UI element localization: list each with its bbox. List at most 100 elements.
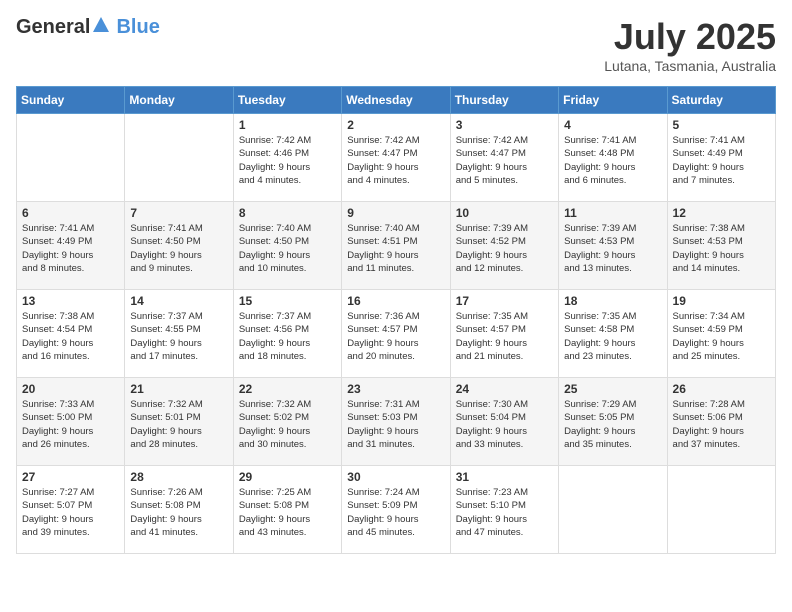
calendar-cell: 31Sunrise: 7:23 AM Sunset: 5:10 PM Dayli… [450,466,558,554]
day-info: Sunrise: 7:25 AM Sunset: 5:08 PM Dayligh… [239,486,336,539]
day-number: 21 [130,382,227,396]
day-info: Sunrise: 7:37 AM Sunset: 4:55 PM Dayligh… [130,310,227,363]
calendar-cell: 5 Sunrise: 7:41 AM Sunset: 4:49 PM Daylig… [667,114,775,202]
day-number: 18 [564,294,661,308]
day-number: 28 [130,470,227,484]
calendar-cell [17,114,125,202]
calendar-cell: 25Sunrise: 7:29 AM Sunset: 5:05 PM Dayli… [559,378,667,466]
calendar-cell: 6 Sunrise: 7:41 AM Sunset: 4:49 PM Daylig… [17,202,125,290]
day-info: Sunrise: 7:35 AM Sunset: 4:58 PM Dayligh… [564,310,661,363]
day-info: Sunrise: 7:41 AM Sunset: 4:48 PM Dayligh… [564,134,661,187]
calendar-cell: 17Sunrise: 7:35 AM Sunset: 4:57 PM Dayli… [450,290,558,378]
calendar-day-header: Thursday [450,87,558,114]
day-number: 10 [456,206,553,220]
page-header: General Blue July 2025 Lutana, Tasmania,… [16,16,776,74]
calendar-location: Lutana, Tasmania, Australia [604,58,776,74]
day-info: Sunrise: 7:38 AM Sunset: 4:53 PM Dayligh… [673,222,770,275]
calendar-cell: 26Sunrise: 7:28 AM Sunset: 5:06 PM Dayli… [667,378,775,466]
day-info: Sunrise: 7:31 AM Sunset: 5:03 PM Dayligh… [347,398,444,451]
day-number: 23 [347,382,444,396]
day-number: 11 [564,206,661,220]
day-info: Sunrise: 7:40 AM Sunset: 4:51 PM Dayligh… [347,222,444,275]
day-info: Sunrise: 7:42 AM Sunset: 4:47 PM Dayligh… [347,134,444,187]
calendar-cell: 11 Sunrise: 7:39 AM Sunset: 4:53 PM Dayli… [559,202,667,290]
day-number: 29 [239,470,336,484]
calendar-cell: 10 Sunrise: 7:39 AM Sunset: 4:52 PM Dayli… [450,202,558,290]
calendar-cell: 15Sunrise: 7:37 AM Sunset: 4:56 PM Dayli… [233,290,341,378]
calendar-cell: 7Sunrise: 7:41 AM Sunset: 4:50 PM Daylig… [125,202,233,290]
calendar-week-row: 20 Sunrise: 7:33 AM Sunset: 5:00 PM Dayli… [17,378,776,466]
calendar-day-header: Friday [559,87,667,114]
day-info: Sunrise: 7:32 AM Sunset: 5:02 PM Dayligh… [239,398,336,451]
day-info: Sunrise: 7:29 AM Sunset: 5:05 PM Dayligh… [564,398,661,451]
calendar-day-header: Wednesday [342,87,450,114]
day-info: Sunrise: 7:37 AM Sunset: 4:56 PM Dayligh… [239,310,336,363]
day-number: 13 [22,294,119,308]
day-number: 27 [22,470,119,484]
day-number: 5 [673,118,770,132]
day-info: Sunrise: 7:38 AM Sunset: 4:54 PM Dayligh… [22,310,119,363]
day-info: Sunrise: 7:32 AM Sunset: 5:01 PM Dayligh… [130,398,227,451]
day-info: Sunrise: 7:40 AM Sunset: 4:50 PM Dayligh… [239,222,336,275]
calendar-cell: 9Sunrise: 7:40 AM Sunset: 4:51 PM Daylig… [342,202,450,290]
day-info: Sunrise: 7:39 AM Sunset: 4:53 PM Dayligh… [564,222,661,275]
calendar-week-row: 6 Sunrise: 7:41 AM Sunset: 4:49 PM Daylig… [17,202,776,290]
day-info: Sunrise: 7:36 AM Sunset: 4:57 PM Dayligh… [347,310,444,363]
calendar-day-header: Monday [125,87,233,114]
calendar-cell: 19 Sunrise: 7:34 AM Sunset: 4:59 PM Dayli… [667,290,775,378]
day-number: 20 [22,382,119,396]
calendar-title: July 2025 [604,16,776,58]
calendar-day-header: Tuesday [233,87,341,114]
day-info: Sunrise: 7:41 AM Sunset: 4:50 PM Dayligh… [130,222,227,275]
calendar-cell [125,114,233,202]
day-number: 3 [456,118,553,132]
calendar-cell [667,466,775,554]
day-number: 16 [347,294,444,308]
logo-general: General [16,16,90,39]
day-info: Sunrise: 7:24 AM Sunset: 5:09 PM Dayligh… [347,486,444,539]
calendar-header-row: SundayMondayTuesdayWednesdayThursdayFrid… [17,87,776,114]
calendar-cell: 23 Sunrise: 7:31 AM Sunset: 5:03 PM Dayli… [342,378,450,466]
day-info: Sunrise: 7:41 AM Sunset: 4:49 PM Dayligh… [22,222,119,275]
logo-triangle-icon [92,16,110,34]
calendar-day-header: Sunday [17,87,125,114]
day-number: 19 [673,294,770,308]
calendar-cell: 8Sunrise: 7:40 AM Sunset: 4:50 PM Daylig… [233,202,341,290]
calendar-cell [559,466,667,554]
day-number: 2 [347,118,444,132]
day-number: 22 [239,382,336,396]
calendar-week-row: 27 Sunrise: 7:27 AM Sunset: 5:07 PM Dayli… [17,466,776,554]
day-info: Sunrise: 7:39 AM Sunset: 4:52 PM Dayligh… [456,222,553,275]
day-number: 6 [22,206,119,220]
day-info: Sunrise: 7:30 AM Sunset: 5:04 PM Dayligh… [456,398,553,451]
calendar-cell: 28 Sunrise: 7:26 AM Sunset: 5:08 PM Dayli… [125,466,233,554]
day-info: Sunrise: 7:27 AM Sunset: 5:07 PM Dayligh… [22,486,119,539]
day-number: 1 [239,118,336,132]
calendar-cell: 2 Sunrise: 7:42 AM Sunset: 4:47 PM Daylig… [342,114,450,202]
day-info: Sunrise: 7:33 AM Sunset: 5:00 PM Dayligh… [22,398,119,451]
logo: General Blue [16,16,160,39]
calendar-cell: 24 Sunrise: 7:30 AM Sunset: 5:04 PM Dayli… [450,378,558,466]
calendar-week-row: 1 Sunrise: 7:42 AM Sunset: 4:46 PM Daylig… [17,114,776,202]
day-number: 12 [673,206,770,220]
calendar-cell: 1 Sunrise: 7:42 AM Sunset: 4:46 PM Daylig… [233,114,341,202]
day-number: 30 [347,470,444,484]
calendar-cell: 30 Sunrise: 7:24 AM Sunset: 5:09 PM Dayli… [342,466,450,554]
day-number: 4 [564,118,661,132]
day-info: Sunrise: 7:34 AM Sunset: 4:59 PM Dayligh… [673,310,770,363]
day-info: Sunrise: 7:42 AM Sunset: 4:46 PM Dayligh… [239,134,336,187]
day-number: 24 [456,382,553,396]
day-info: Sunrise: 7:41 AM Sunset: 4:49 PM Dayligh… [673,134,770,187]
calendar-cell: 29 Sunrise: 7:25 AM Sunset: 5:08 PM Dayli… [233,466,341,554]
calendar-table: SundayMondayTuesdayWednesdayThursdayFrid… [16,86,776,554]
day-info: Sunrise: 7:26 AM Sunset: 5:08 PM Dayligh… [130,486,227,539]
calendar-cell: 16 Sunrise: 7:36 AM Sunset: 4:57 PM Dayli… [342,290,450,378]
day-info: Sunrise: 7:28 AM Sunset: 5:06 PM Dayligh… [673,398,770,451]
calendar-cell: 20 Sunrise: 7:33 AM Sunset: 5:00 PM Dayli… [17,378,125,466]
calendar-cell: 13 Sunrise: 7:38 AM Sunset: 4:54 PM Dayli… [17,290,125,378]
day-number: 31 [456,470,553,484]
calendar-day-header: Saturday [667,87,775,114]
logo-blue: Blue [116,16,159,38]
day-number: 17 [456,294,553,308]
calendar-cell: 12 Sunrise: 7:38 AM Sunset: 4:53 PM Dayli… [667,202,775,290]
